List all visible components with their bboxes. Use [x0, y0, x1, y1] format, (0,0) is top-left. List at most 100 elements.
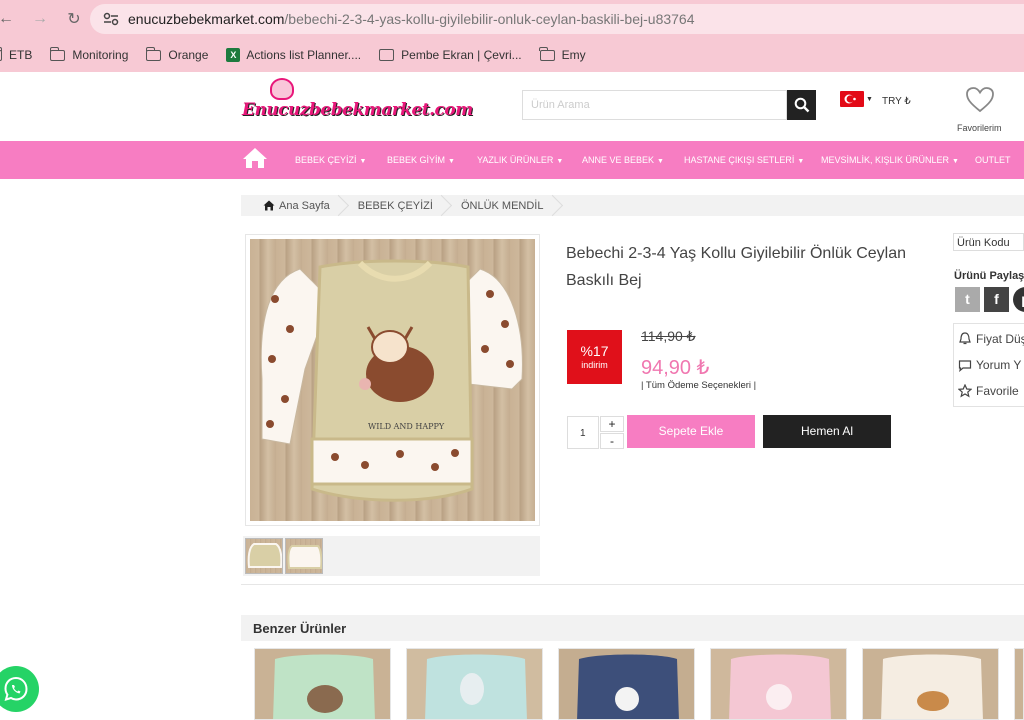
menu-label: HASTANE ÇIKIŞI SETLERİ: [684, 155, 795, 165]
breadcrumb: Ana Sayfa BEBEK ÇEYİZİ ÖNLÜK MENDİL: [241, 195, 1024, 216]
menu-label: BEBEK GİYİM: [387, 155, 446, 165]
facebook-icon[interactable]: f: [984, 287, 1009, 312]
product-photo: WILD AND HAPPY: [250, 239, 535, 521]
link-label: Fiyat Düş: [976, 332, 1024, 346]
thumbnail-2[interactable]: [285, 538, 323, 574]
comment-icon: [958, 360, 972, 372]
new-price: 94,90 ₺: [641, 357, 710, 379]
address-bar[interactable]: enucuzbebekmarket.com/bebechi-2-3-4-yas-…: [90, 4, 1024, 34]
product-actions: Fiyat Düş Yorum Y Favorile: [953, 323, 1024, 407]
breadcrumb-label: ÖNLÜK MENDİL: [460, 199, 544, 212]
bookmark-label: Pembe Ekran | Çevri...: [401, 48, 522, 62]
quantity-input[interactable]: 1: [567, 416, 599, 449]
similar-product-card[interactable]: [254, 648, 391, 720]
site-info-icon[interactable]: [102, 10, 120, 28]
link-label: Yorum Y: [976, 358, 1022, 372]
folder-icon: [0, 46, 2, 61]
chevron-down-icon: ▼: [448, 158, 455, 165]
folder-icon: [145, 46, 162, 61]
heart-icon[interactable]: [965, 86, 995, 114]
turkey-flag-icon[interactable]: [840, 91, 864, 107]
quantity-minus-button[interactable]: -: [600, 433, 624, 449]
bookmark-actions-list[interactable]: X Actions list Planner....: [226, 48, 361, 62]
menu-item-yazlik-urunler[interactable]: YAZLIK ÜRÜNLER ▼: [477, 155, 563, 165]
url-path: /bebechi-2-3-4-yas-kollu-giyilebilir-onl…: [284, 11, 695, 27]
bookmark-label: Actions list Planner....: [246, 48, 362, 62]
menu-label: ANNE VE BEBEK: [582, 155, 655, 165]
twitter-icon[interactable]: t: [955, 287, 980, 312]
discount-percent: %17: [580, 343, 609, 359]
url-domain: enucuzbebekmarket.com: [128, 11, 285, 27]
thumbnail-1[interactable]: [245, 538, 283, 574]
buy-now-button[interactable]: Hemen Al: [763, 415, 891, 448]
bookmark-label: Emy: [561, 48, 586, 62]
reload-icon[interactable]: ↻: [60, 5, 88, 33]
add-favorite-link[interactable]: Favorile: [958, 384, 1019, 398]
menu-item-bebek-giyim[interactable]: BEBEK GİYİM ▼: [387, 155, 455, 165]
breadcrumb-home[interactable]: Ana Sayfa: [241, 195, 344, 216]
forward-icon[interactable]: →: [26, 5, 54, 33]
home-icon[interactable]: [242, 147, 268, 171]
breadcrumb-bebek-ceyizi[interactable]: BEBEK ÇEYİZİ: [344, 195, 447, 216]
baby-mascot-icon: [270, 78, 294, 100]
menu-label: MEVSİMLİK, KIŞLIK ÜRÜNLER: [821, 155, 950, 165]
bookmark-orange[interactable]: Orange: [145, 46, 208, 62]
similar-product-card[interactable]: [710, 648, 847, 720]
menu-label: OUTLET: [975, 155, 1011, 165]
pinterest-icon[interactable]: p: [1013, 287, 1024, 312]
price-alert-link[interactable]: Fiyat Düş: [958, 332, 1024, 346]
currency-selector[interactable]: TRY ₺: [882, 96, 911, 107]
folder-icon: [49, 46, 66, 61]
product-image[interactable]: WILD AND HAPPY: [245, 234, 540, 526]
chevron-down-icon: ▼: [657, 158, 664, 165]
favorites-label[interactable]: Favorilerim: [957, 123, 1002, 133]
menu-item-anne-ve-bebek[interactable]: ANNE VE BEBEK ▼: [582, 155, 664, 165]
whatsapp-button[interactable]: [0, 666, 39, 712]
site-logo[interactable]: Enucuzbebekmarket.com: [242, 78, 473, 132]
main-menu: BEBEK ÇEYİZİ ▼ BEBEK GİYİM ▼ YAZLIK ÜRÜNLE…: [0, 141, 1024, 179]
quantity-plus-button[interactable]: +: [600, 416, 624, 432]
whatsapp-icon: [4, 676, 28, 701]
menu-item-outlet[interactable]: OUTLET: [975, 155, 1011, 165]
similar-products-title: Benzer Ürünler: [241, 615, 1024, 641]
menu-label: YAZLIK ÜRÜNLER: [477, 155, 554, 165]
payment-options-link[interactable]: | Tüm Ödeme Seçenekleri |: [641, 380, 756, 391]
bookmark-emy[interactable]: Emy: [539, 46, 586, 62]
bookmark-monitoring[interactable]: Monitoring: [49, 46, 129, 62]
breadcrumb-label: Ana Sayfa: [279, 199, 330, 212]
star-icon: [958, 384, 972, 398]
add-to-cart-button[interactable]: Sepete Ekle: [627, 415, 755, 448]
breadcrumb-onluk-mendil[interactable]: ÖNLÜK MENDİL: [447, 195, 558, 216]
bookmark-etb[interactable]: ETB: [0, 46, 33, 62]
old-price: 114,90 ₺: [641, 328, 696, 344]
logo-text: Enucuzbebekmarket.com: [242, 100, 473, 120]
bookmark-pembe-ekran[interactable]: Pembe Ekran | Çevri...: [379, 48, 522, 62]
link-label: Favorile: [976, 384, 1019, 398]
menu-label: BEBEK ÇEYİZİ: [295, 155, 357, 165]
excel-icon: X: [226, 48, 241, 62]
similar-product-card[interactable]: [558, 648, 695, 720]
product-code-field: Ürün Kodu: [953, 233, 1024, 251]
back-icon[interactable]: ←: [0, 5, 20, 33]
share-label: Ürünü Paylaş: [954, 270, 1024, 282]
bookmarks-bar: ETB Monitoring Orange X Actions list Plan…: [0, 38, 1024, 72]
home-icon: [263, 200, 275, 211]
product-title: Bebechi 2-3-4 Yaş Kollu Giyilebilir Önlü…: [566, 245, 907, 289]
chevron-down-icon: ▼: [797, 158, 805, 165]
menu-item-hastane-cikisi[interactable]: HASTANE ÇIKIŞI SETLERİ ▼: [684, 155, 804, 165]
bookmark-label: Monitoring: [72, 48, 129, 62]
folder-icon: [539, 46, 555, 61]
chevron-down-icon: ▼: [952, 158, 959, 165]
thumbnail-strip: [243, 536, 540, 576]
similar-product-card[interactable]: [406, 648, 543, 720]
menu-item-mevsimlik[interactable]: MEVSİMLİK, KIŞLIK ÜRÜNLER ▼: [821, 155, 959, 165]
similar-product-card[interactable]: [862, 648, 999, 720]
write-review-link[interactable]: Yorum Y: [958, 358, 1021, 372]
similar-product-card[interactable]: [1014, 648, 1024, 720]
chevron-down-icon: ▼: [359, 158, 367, 165]
menu-item-bebek-ceyizi[interactable]: BEBEK ÇEYİZİ ▼: [295, 155, 366, 165]
search-input[interactable]: Ürün Arama: [522, 90, 787, 120]
bookmark-label: ETB: [9, 48, 33, 62]
search-button[interactable]: [787, 90, 816, 120]
chevron-down-icon[interactable]: ▼: [866, 96, 873, 103]
